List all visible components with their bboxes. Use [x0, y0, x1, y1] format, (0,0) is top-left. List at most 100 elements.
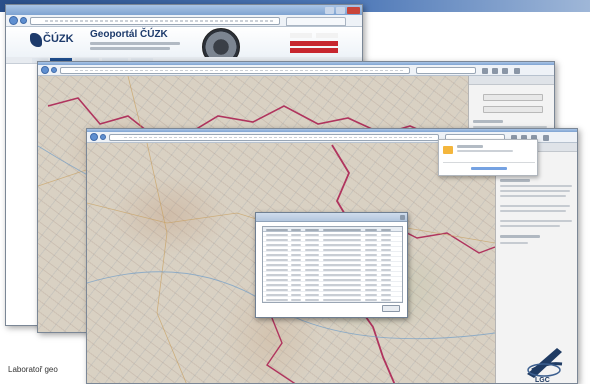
- table-cell: [291, 273, 301, 276]
- table-cell: [266, 263, 288, 266]
- menu-icon[interactable]: [514, 68, 520, 74]
- browser-navbar: [38, 65, 554, 76]
- table-cell: [381, 298, 391, 301]
- table-cell: [266, 238, 288, 241]
- address-bar[interactable]: [60, 67, 410, 74]
- address-bar[interactable]: [109, 134, 439, 141]
- back-button-icon[interactable]: [41, 66, 49, 74]
- road-line: [146, 143, 187, 383]
- address-bar[interactable]: [30, 17, 280, 25]
- panel-text-placeholder: [500, 190, 570, 192]
- table-cell: [365, 258, 377, 261]
- table-cell: [266, 248, 288, 251]
- cuzk-logo[interactable]: ČÚZK: [30, 31, 74, 51]
- table-cell: [323, 268, 361, 271]
- folder-icon: [443, 146, 453, 154]
- window-maximize-button[interactable]: [336, 7, 345, 14]
- table-cell: [381, 233, 391, 236]
- panel-text-placeholder: [500, 225, 560, 227]
- table-cell: [365, 248, 377, 251]
- back-button-icon[interactable]: [9, 16, 18, 25]
- popup-separator: [443, 162, 535, 163]
- lang-en[interactable]: [316, 33, 338, 38]
- portal-subtitle-placeholder-2: [90, 47, 170, 50]
- panel-button[interactable]: [483, 106, 543, 113]
- star-icon[interactable]: [482, 68, 488, 74]
- panel-text-placeholder: [500, 195, 566, 197]
- panel-header: [469, 76, 554, 85]
- table-cell: [305, 288, 319, 291]
- panel-text-placeholder: [500, 210, 566, 212]
- url-placeholder: [45, 20, 275, 22]
- table-cell: [305, 293, 319, 296]
- panel-text-placeholder: [500, 220, 572, 222]
- table-cell: [305, 243, 319, 246]
- table-cell: [266, 288, 288, 291]
- back-button-icon[interactable]: [90, 133, 98, 141]
- table-cell: [381, 243, 391, 246]
- table-cell: [305, 233, 319, 236]
- menu-icon[interactable]: [543, 135, 549, 141]
- table-cell: [323, 243, 361, 246]
- browser-tab[interactable]: [286, 17, 346, 26]
- portal-title: Geoportál ČÚZK: [90, 29, 168, 40]
- download-popup: [438, 139, 538, 176]
- table-cell: [266, 253, 288, 256]
- table-cell: [266, 283, 288, 286]
- table-cell: [323, 258, 361, 261]
- panel-text-placeholder: [500, 205, 570, 207]
- table-cell: [291, 293, 301, 296]
- table-cell: [291, 268, 301, 271]
- table-header-cell: [381, 228, 391, 231]
- cuzk-brand-text: ČÚZK: [43, 33, 74, 45]
- download-filename-placeholder: [457, 145, 483, 148]
- show-all-downloads-link[interactable]: [471, 167, 507, 170]
- table-cell: [305, 258, 319, 261]
- table-cell: [323, 293, 361, 296]
- table-header-cell: [305, 228, 319, 231]
- table-cell: [381, 278, 391, 281]
- panel-button[interactable]: [483, 94, 543, 101]
- table-cell: [323, 238, 361, 241]
- table-cell: [365, 253, 377, 256]
- forward-button-icon[interactable]: [20, 17, 27, 24]
- table-cell: [323, 278, 361, 281]
- table-cell: [305, 238, 319, 241]
- lgc-logo-text: LGC: [535, 377, 550, 384]
- table-cell: [266, 298, 288, 301]
- table-cell: [305, 278, 319, 281]
- panel-text-placeholder: [500, 242, 528, 244]
- table-cell: [365, 288, 377, 291]
- table-row[interactable]: [263, 297, 402, 302]
- dialog-close-button[interactable]: [382, 305, 400, 312]
- table-cell: [365, 273, 377, 276]
- dialog-close-icon[interactable]: [400, 215, 405, 220]
- window-close-button[interactable]: [347, 7, 360, 14]
- table-cell: [365, 243, 377, 246]
- panel-text-placeholder: [500, 179, 530, 182]
- window-minimize-button[interactable]: [325, 7, 334, 14]
- table-cell: [381, 268, 391, 271]
- forward-button-icon[interactable]: [51, 67, 57, 73]
- forward-button-icon[interactable]: [100, 134, 106, 140]
- register-red-button[interactable]: [290, 48, 338, 53]
- lang-cz[interactable]: [290, 33, 312, 38]
- table-header-cell: [365, 228, 377, 231]
- table-cell: [365, 278, 377, 281]
- table-header-cell: [291, 228, 301, 231]
- table-cell: [266, 258, 288, 261]
- home-icon[interactable]: [502, 68, 508, 74]
- table-cell: [381, 273, 391, 276]
- table-cell: [381, 288, 391, 291]
- table-cell: [291, 278, 301, 281]
- download-icon[interactable]: [492, 68, 498, 74]
- lgc-logo: LGC: [522, 344, 568, 384]
- table-cell: [291, 253, 301, 256]
- table-cell: [365, 298, 377, 301]
- search-box[interactable]: [416, 67, 476, 74]
- table-cell: [365, 263, 377, 266]
- window-titlebar: [6, 5, 362, 15]
- url-placeholder: [124, 137, 434, 138]
- table-cell: [291, 298, 301, 301]
- login-red-button[interactable]: [290, 41, 338, 46]
